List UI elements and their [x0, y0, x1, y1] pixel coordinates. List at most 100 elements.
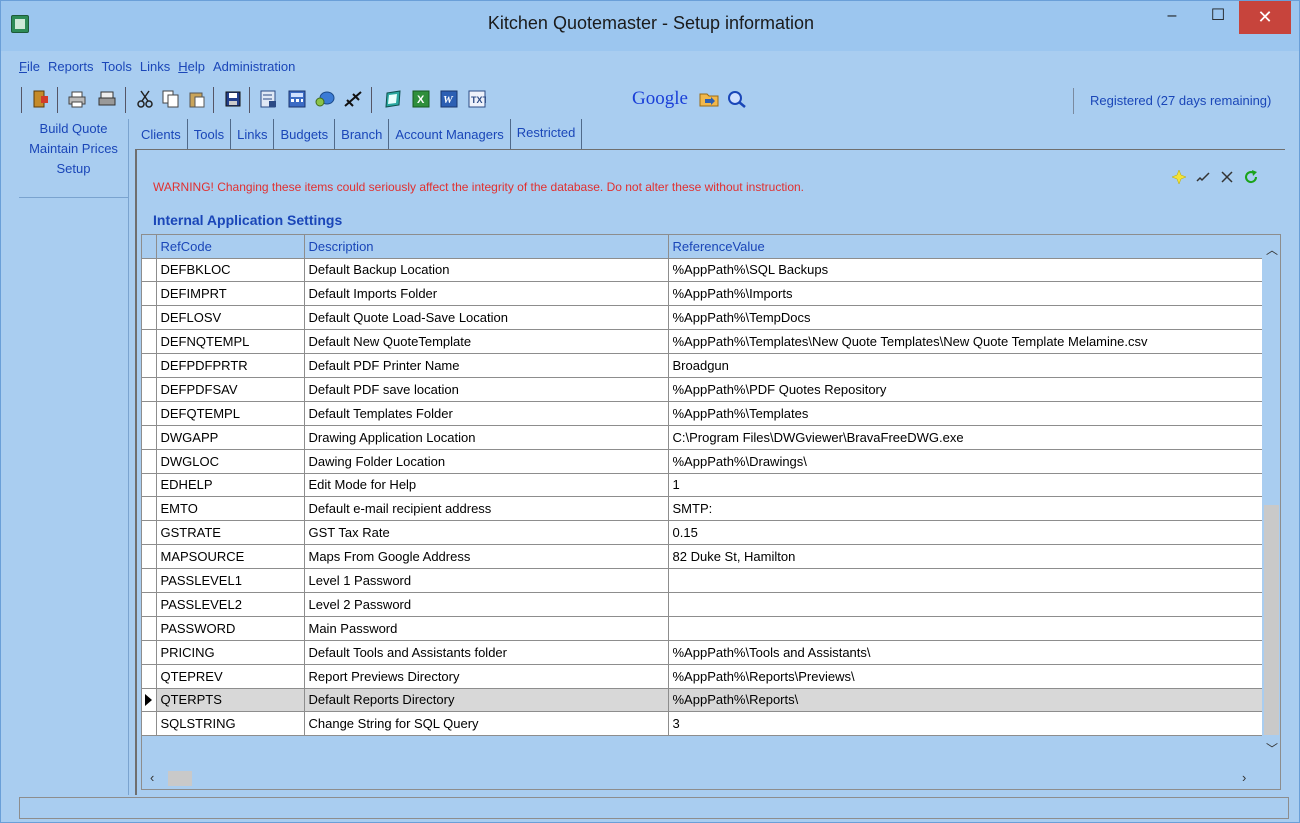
scroll-left-icon[interactable]: ‹ [150, 770, 154, 785]
refcode-cell[interactable]: PASSLEVEL2 [156, 592, 305, 617]
description-cell[interactable]: Default PDF save location [304, 377, 669, 402]
description-cell[interactable]: Default PDF Printer Name [304, 353, 669, 378]
report-icon[interactable] [259, 89, 279, 109]
row-selector[interactable] [142, 353, 157, 378]
refcode-cell[interactable]: DEFQTEMPL [156, 401, 305, 426]
row-selector[interactable] [142, 520, 157, 546]
tab-links[interactable]: Links [231, 119, 275, 149]
referencevalue-cell[interactable]: %AppPath%\SQL Backups [668, 258, 1263, 283]
maximize-button[interactable]: ☐ [1195, 1, 1241, 34]
save-icon[interactable] [223, 89, 243, 109]
table-row[interactable]: SQLSTRING Change String for SQL Query 3 [142, 711, 1263, 737]
search-icon[interactable] [727, 89, 747, 109]
scroll-right-icon[interactable]: › [1242, 770, 1246, 785]
table-row[interactable]: DWGLOC Dawing Folder Location %AppPath%\Dr… [142, 449, 1263, 474]
word-icon[interactable]: W [439, 89, 459, 109]
folder-icon[interactable] [699, 89, 719, 109]
add-icon[interactable] [1171, 169, 1187, 187]
tab-tools[interactable]: Tools [188, 119, 232, 149]
description-cell[interactable]: Drawing Application Location [304, 425, 669, 450]
table-row[interactable]: DEFBKLOC Default Backup Location %AppPath%… [142, 258, 1263, 283]
referencevalue-cell[interactable]: %AppPath%\TempDocs [668, 305, 1263, 331]
description-cell[interactable]: Maps From Google Address [304, 544, 669, 570]
delete-icon[interactable] [1220, 170, 1234, 187]
description-cell[interactable]: Default Reports Directory [304, 688, 669, 713]
referencevalue-cell[interactable] [668, 592, 1263, 617]
referencevalue-cell[interactable]: 1 [668, 473, 1263, 498]
description-cell[interactable]: GST Tax Rate [304, 520, 669, 546]
row-selector[interactable] [142, 568, 157, 593]
exit-icon[interactable] [31, 89, 51, 109]
vertical-scrollbar[interactable]: ︿ ﹀ [1262, 235, 1280, 768]
paste-icon[interactable] [187, 89, 207, 109]
menu-administration[interactable]: Administration [213, 59, 295, 79]
refcode-cell[interactable]: DEFPDFSAV [156, 377, 305, 402]
notebook-icon[interactable] [383, 89, 403, 109]
menu-help[interactable]: Help [178, 59, 205, 79]
scroll-down-icon[interactable]: ﹀ [1266, 740, 1278, 757]
table-row[interactable]: QTEPREV Report Previews Directory %AppPath… [142, 664, 1263, 689]
table-row[interactable]: GSTRATE GST Tax Rate 0.15 [142, 520, 1263, 546]
menu-links[interactable]: Links [140, 59, 170, 79]
printer-icon[interactable] [67, 89, 87, 109]
refcode-cell[interactable]: MAPSOURCE [156, 544, 305, 570]
table-row[interactable]: PASSLEVEL2 Level 2 Password [142, 592, 1263, 617]
description-cell[interactable]: Edit Mode for Help [304, 473, 669, 498]
refcode-cell[interactable]: PASSLEVEL1 [156, 568, 305, 593]
sidebar-item-maintain-prices[interactable]: Maintain Prices [19, 139, 128, 159]
description-cell[interactable]: Default Templates Folder [304, 401, 669, 426]
calculator-icon[interactable] [287, 89, 307, 109]
row-selector[interactable] [142, 329, 157, 355]
refcode-cell[interactable]: QTEPREV [156, 664, 305, 689]
description-cell[interactable]: Default Tools and Assistants folder [304, 640, 669, 665]
close-button[interactable]: ✕ [1239, 1, 1291, 34]
description-cell[interactable]: Level 2 Password [304, 592, 669, 617]
refcode-cell[interactable]: DEFNQTEMPL [156, 329, 305, 355]
refresh-icon[interactable] [1244, 170, 1258, 187]
refcode-cell[interactable]: DWGLOC [156, 449, 305, 474]
table-row[interactable]: PRICING Default Tools and Assistants fold… [142, 640, 1263, 665]
referencevalue-cell[interactable]: %AppPath%\Drawings\ [668, 449, 1263, 474]
description-cell[interactable]: Report Previews Directory [304, 664, 669, 689]
google-link[interactable]: Google [632, 88, 688, 110]
refcode-cell[interactable]: DEFBKLOC [156, 258, 305, 283]
horizontal-scroll-thumb[interactable] [168, 771, 192, 786]
column-header-description[interactable]: Description [304, 235, 669, 259]
row-selector[interactable] [142, 664, 157, 689]
refcode-cell[interactable]: DWGAPP [156, 425, 305, 450]
copy-icon[interactable] [161, 89, 181, 109]
description-cell[interactable]: Default Backup Location [304, 258, 669, 283]
edit-icon[interactable] [1196, 170, 1210, 187]
table-row[interactable]: DEFLOSV Default Quote Load-Save Location%… [142, 305, 1263, 331]
table-row[interactable]: PASSWORD Main Password [142, 616, 1263, 641]
title-bar[interactable]: Kitchen Quotemaster - Setup information … [1, 1, 1299, 51]
referencevalue-cell[interactable] [668, 616, 1263, 641]
tab-clients[interactable]: Clients [135, 119, 188, 149]
table-row[interactable]: DEFQTEMPL Default Templates Folder %AppPat… [142, 401, 1263, 426]
refcode-cell[interactable]: DEFIMPRT [156, 281, 305, 307]
refcode-cell[interactable]: SQLSTRING [156, 711, 305, 737]
minimize-button[interactable]: – [1149, 1, 1195, 34]
description-cell[interactable]: Default Quote Load-Save Location [304, 305, 669, 331]
refcode-cell[interactable]: EDHELP [156, 473, 305, 498]
refcode-cell[interactable]: DEFPDFPRTR [156, 353, 305, 378]
help-balloon-icon[interactable] [315, 89, 335, 109]
table-row[interactable]: DEFPDFSAV Default PDF save location %AppPa… [142, 377, 1263, 402]
row-selector[interactable] [142, 616, 157, 641]
menu-tools[interactable]: Tools [102, 59, 132, 79]
description-cell[interactable]: Default Imports Folder [304, 281, 669, 307]
row-selector[interactable] [142, 281, 157, 307]
tab-branch[interactable]: Branch [335, 119, 390, 149]
text-file-icon[interactable]: TXT [467, 89, 487, 109]
refcode-cell[interactable]: PASSWORD [156, 616, 305, 641]
referencevalue-cell[interactable]: %AppPath%\Tools and Assistants\ [668, 640, 1263, 665]
horizontal-scrollbar[interactable]: ‹ › [142, 768, 1262, 788]
column-header-refcode[interactable]: RefCode [156, 235, 305, 259]
table-row[interactable]: DEFIMPRT Default Imports Folder %AppPath%\… [142, 281, 1263, 307]
refcode-cell[interactable]: GSTRATE [156, 520, 305, 546]
print-setup-icon[interactable] [97, 89, 117, 109]
table-row[interactable]: DEFPDFPRTR Default PDF Printer Name Broadg… [142, 353, 1263, 378]
row-selector[interactable] [142, 449, 157, 474]
referencevalue-cell[interactable]: 82 Duke St, Hamilton [668, 544, 1263, 570]
referencevalue-cell[interactable]: %AppPath%\Reports\Previews\ [668, 664, 1263, 689]
